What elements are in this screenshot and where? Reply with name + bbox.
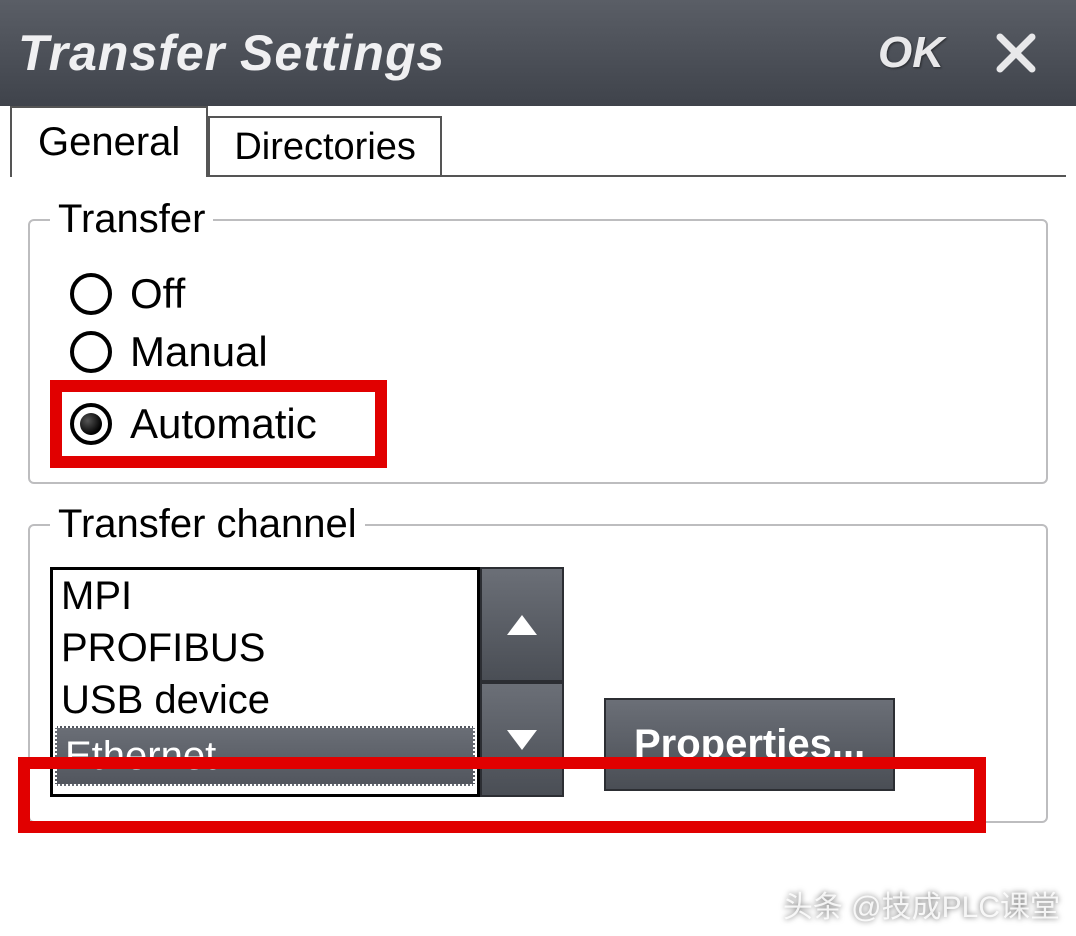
transfer-channel-group: Transfer channel MPI PROFIBUS USB device…: [28, 502, 1048, 823]
transfer-group: Transfer Off Manual Automatic: [28, 197, 1048, 484]
channel-row: MPI PROFIBUS USB device Ethernet: [50, 567, 1026, 797]
close-button[interactable]: [994, 31, 1038, 75]
radio-manual[interactable]: Manual: [70, 328, 1026, 376]
radio-automatic[interactable]: Automatic: [60, 390, 377, 458]
scroll-down-button[interactable]: [480, 682, 564, 797]
transfer-legend: Transfer: [50, 197, 213, 242]
radio-icon: [70, 331, 112, 373]
radio-icon: [70, 273, 112, 315]
radio-icon: [70, 403, 112, 445]
tab-panel-general: Transfer Off Manual Automatic Transfer c…: [10, 175, 1066, 851]
titlebar-actions: OK: [878, 28, 1058, 78]
scroll-up-button[interactable]: [480, 567, 564, 682]
radio-label-off: Off: [130, 270, 185, 318]
channel-listbox-wrap: MPI PROFIBUS USB device Ethernet: [50, 567, 564, 797]
tab-general[interactable]: General: [10, 106, 208, 177]
list-item[interactable]: PROFIBUS: [53, 622, 477, 674]
watermark: 头条 @技成PLC课堂: [783, 882, 1060, 926]
list-item-selected[interactable]: Ethernet: [55, 726, 475, 786]
radio-label-manual: Manual: [130, 328, 268, 376]
radio-label-automatic: Automatic: [130, 400, 317, 448]
list-item[interactable]: USB device: [53, 674, 477, 726]
chevron-down-icon: [505, 728, 539, 752]
transfer-channel-legend: Transfer channel: [50, 502, 365, 547]
radio-off[interactable]: Off: [70, 270, 1026, 318]
list-item[interactable]: MPI: [53, 570, 477, 622]
channel-listbox[interactable]: MPI PROFIBUS USB device Ethernet: [50, 567, 480, 797]
listbox-scroll-buttons: [480, 567, 564, 797]
titlebar: Transfer Settings OK: [0, 0, 1076, 106]
dialog-content: General Directories Transfer Off Manual …: [0, 106, 1076, 851]
tab-bar: General Directories: [10, 106, 1066, 175]
window-title: Transfer Settings: [18, 24, 878, 82]
close-icon: [994, 31, 1038, 75]
chevron-up-icon: [505, 613, 539, 637]
ok-button[interactable]: OK: [878, 28, 944, 78]
tab-directories[interactable]: Directories: [208, 116, 442, 175]
properties-button[interactable]: Properties...: [604, 698, 895, 791]
